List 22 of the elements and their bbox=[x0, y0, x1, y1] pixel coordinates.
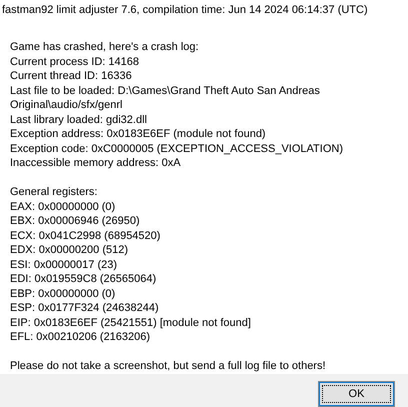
register-line: ECX: 0x041C2998 (68954520) bbox=[10, 228, 162, 243]
ok-button[interactable]: OK bbox=[319, 382, 394, 406]
registers-heading: General registers: bbox=[10, 185, 98, 200]
register-line: EFL: 0x00210206 (2163206) bbox=[10, 330, 152, 344]
register-line: EIP: 0x0183E6EF (25421551) [module not found] bbox=[10, 316, 252, 330]
log-line: Game has crashed, here's a crash log: bbox=[10, 40, 200, 54]
register-line: EAX: 0x00000000 (0) bbox=[10, 200, 116, 214]
register-line: EDX: 0x00000200 (512) bbox=[10, 243, 130, 258]
notice-text: Please do not take a screenshot, but send a full log file to others! bbox=[10, 359, 327, 374]
register-line: ESP: 0x0177F324 (24638244) bbox=[10, 301, 160, 316]
log-line: Current process ID: 14168 bbox=[10, 54, 140, 69]
log-line: Current thread ID: 16336 bbox=[10, 69, 133, 84]
register-line: EDI: 0x019559C8 (26565064) bbox=[10, 272, 158, 286]
register-line: ESI: 0x00000017 (23) bbox=[10, 258, 118, 272]
register-line: EBP: 0x00000000 (0) bbox=[10, 286, 116, 301]
register-line: EBX: 0x00006946 (26950) bbox=[10, 214, 141, 228]
log-line: Exception code: 0xC0000005 (EXCEPTION_ACCESS_VIOLATION) bbox=[10, 142, 344, 156]
log-line: Last file to be loaded: D:\Games\Grand Theft Auto San Andreas Original\audio/sfx/genrl bbox=[10, 84, 321, 112]
dialog-title: fastman92 limit adjuster 7.6, compilation time: Jun 14 2024 06:14:37 (UTC) bbox=[2, 3, 369, 18]
log-line: Inaccessible memory address: 0xA bbox=[10, 156, 182, 170]
log-line: Exception address: 0x0183E6EF (module not found) bbox=[10, 127, 267, 142]
log-line: Last library loaded: gdi32.dll bbox=[10, 112, 148, 127]
